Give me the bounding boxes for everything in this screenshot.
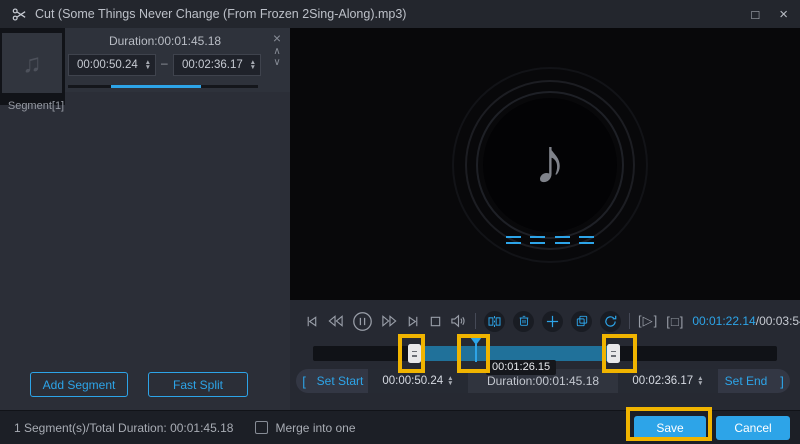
delete-segment-button[interactable] (513, 310, 534, 332)
segment-move-down-icon[interactable]: ∨ (273, 57, 280, 68)
total-time: 00:03:54.07 (759, 314, 800, 328)
segment-move-up-icon[interactable]: ∧ (273, 46, 280, 57)
pause-button[interactable] (352, 311, 373, 332)
equalizer-bar (506, 236, 521, 244)
music-notes-icon: ♫ (22, 47, 42, 78)
split-button[interactable] (484, 310, 505, 332)
equalizer-bar (530, 236, 546, 244)
volume-icon (451, 314, 465, 328)
skip-back-icon (307, 315, 317, 327)
stepper-down-icon[interactable]: ▼ (145, 65, 151, 71)
reset-icon (605, 315, 617, 327)
add-segment-button[interactable]: Add Segment (30, 372, 128, 397)
pause-icon (353, 311, 372, 331)
stepper-down-icon[interactable]: ▼ (447, 381, 453, 387)
trim-end-time-field[interactable]: 00:02:36.17 ▲ ▼ (618, 369, 718, 393)
add-button[interactable] (542, 310, 563, 332)
segment-start-time-field[interactable]: 00:00:50.24 ▲ ▼ (68, 54, 156, 76)
playhead-line (475, 344, 477, 362)
segment-end-time-stepper[interactable]: ▲ ▼ (250, 59, 256, 71)
playhead-tooltip: 00:01:26.15 (486, 360, 557, 375)
segment-mini-progress (68, 85, 258, 88)
set-end-button[interactable]: Set End (718, 369, 774, 393)
split-icon (488, 315, 501, 327)
fast-forward-icon (382, 315, 397, 327)
segment-thumbnail-column: ♫ (0, 28, 65, 105)
trim-end-handle[interactable] (607, 344, 620, 363)
trim-start-time-value: 00:00:50.24 (382, 375, 444, 387)
reset-button[interactable] (600, 310, 621, 332)
merge-checkbox[interactable] (255, 421, 269, 434)
plus-icon (546, 315, 559, 327)
audio-preview: ♪ (290, 28, 800, 300)
trash-icon (519, 315, 528, 326)
playhead-marker[interactable] (470, 337, 482, 345)
controls-bar: [▷] [□] 00:01:22.14/00:03:54.07 00:01:26… (290, 300, 800, 410)
stepper-down-icon[interactable]: ▼ (250, 65, 256, 71)
divider (629, 313, 630, 329)
fast-split-button[interactable]: Fast Split (148, 372, 248, 397)
stop-icon (430, 316, 441, 326)
save-button[interactable]: Save (634, 415, 706, 440)
equalizer-bar (554, 236, 570, 244)
stepper-down-icon[interactable]: ▼ (697, 381, 703, 387)
maximize-icon[interactable]: □ (751, 8, 759, 21)
segment-label: Segment[1] (7, 100, 65, 112)
skip-forward-button[interactable] (406, 314, 421, 329)
trim-start-handle[interactable] (408, 344, 421, 363)
stop-button[interactable] (429, 315, 442, 328)
stop-segment-button[interactable]: [□] (666, 314, 684, 329)
segments-summary: 1 Segment(s)/Total Duration: 00:01:45.18 (14, 420, 234, 435)
skip-forward-icon (408, 315, 418, 327)
rewind-icon (328, 315, 343, 327)
timeline-track[interactable] (313, 346, 777, 361)
segment-panel: ♫ Segment[1] Duration:00:01:45.18 00:00:… (0, 28, 290, 410)
titlebar: Cut (Some Things Never Change (From Froz… (0, 0, 800, 28)
copy-icon (576, 315, 587, 327)
trim-end-time-value: 00:02:36.17 (632, 375, 694, 387)
timeline-selected-segment[interactable] (421, 346, 608, 361)
segment-start-time-stepper[interactable]: ▲ ▼ (145, 59, 151, 71)
merge-label: Merge into one (275, 420, 356, 435)
footer-bar: 1 Segment(s)/Total Duration: 00:01:45.18… (0, 410, 800, 444)
trim-start-time-field[interactable]: 00:00:50.24 ▲ ▼ (368, 369, 468, 393)
segment-thumbnail[interactable]: ♫ (2, 33, 62, 93)
time-display: 00:01:22.14/00:03:54.07 (692, 314, 800, 328)
set-start-button[interactable]: Set Start (312, 369, 368, 393)
trim-end-stepper[interactable]: ▲ ▼ (697, 375, 703, 387)
dialog-title: Cut (Some Things Never Change (From Froz… (35, 7, 407, 21)
range-separator: – (161, 56, 168, 70)
fast-forward-button[interactable] (381, 314, 398, 328)
close-icon[interactable]: × (779, 7, 788, 22)
skip-back-button[interactable] (304, 314, 319, 329)
equalizer-bars (506, 236, 594, 244)
segment-delete-icon[interactable]: × (273, 30, 281, 46)
volume-button[interactable] (450, 314, 467, 328)
cancel-button[interactable]: Cancel (716, 415, 790, 440)
segment-start-time-value: 00:00:50.24 (77, 59, 138, 71)
segment-duration-label: Duration:00:01:45.18 (108, 34, 222, 48)
music-note-icon: ♪ (534, 125, 566, 197)
segment-end-time-value: 00:02:36.17 (182, 59, 243, 71)
equalizer-bar (578, 236, 594, 244)
segment-editor-card: Duration:00:01:45.18 00:00:50.24 ▲ ▼ – 0… (65, 28, 290, 92)
trim-start-stepper[interactable]: ▲ ▼ (447, 375, 453, 387)
close-bracket: ] (780, 373, 784, 389)
copy-button[interactable] (571, 310, 592, 332)
cut-dialog-window: Cut (Some Things Never Change (From Froz… (0, 0, 800, 444)
divider (475, 313, 476, 329)
open-bracket: [ (302, 373, 306, 389)
current-time: 00:01:22.14 (692, 314, 756, 328)
merge-into-one-option[interactable]: Merge into one (255, 420, 356, 435)
rewind-button[interactable] (327, 314, 344, 328)
play-segment-button[interactable]: [▷] (638, 313, 658, 329)
scissors-icon (12, 7, 27, 22)
segment-mini-progress-fill (111, 85, 201, 88)
transport-row: [▷] [□] 00:01:22.14/00:03:54.07 (290, 306, 800, 336)
segment-end-time-field[interactable]: 00:02:36.17 ▲ ▼ (173, 54, 261, 76)
